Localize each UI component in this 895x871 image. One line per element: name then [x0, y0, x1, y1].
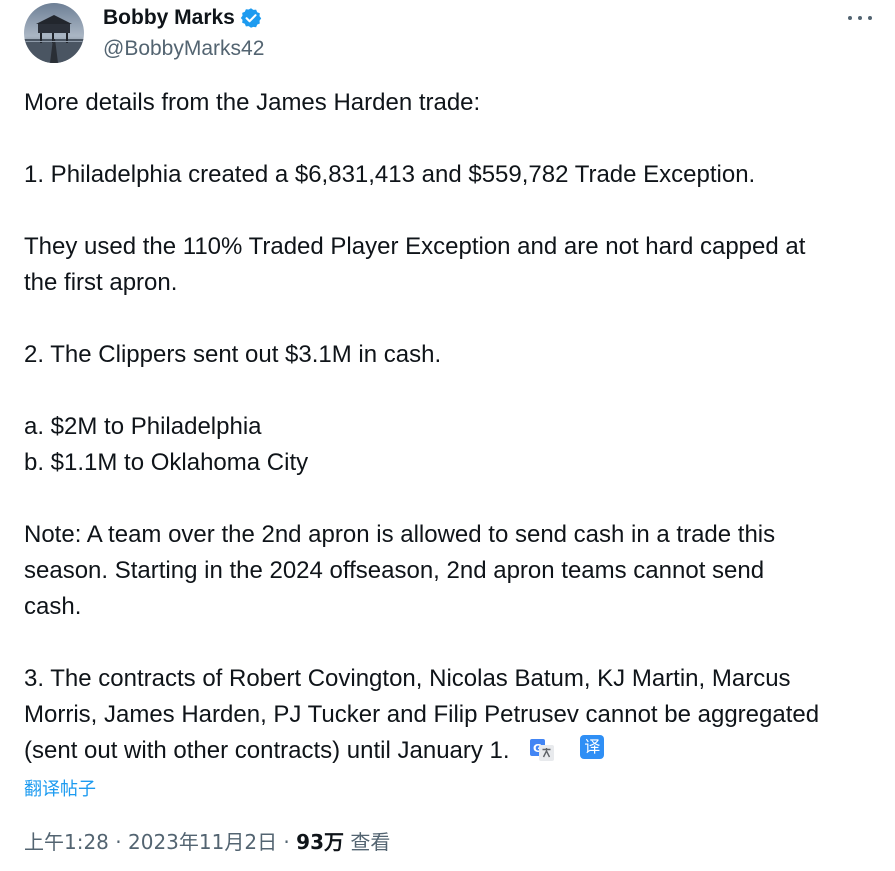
author-name[interactable]: Bobby Marks: [103, 6, 235, 30]
views-label: 查看: [344, 830, 391, 854]
tweet-line-text: (sent out with other contracts) until Ja…: [24, 737, 510, 764]
author-handle[interactable]: @BobbyMarks42: [103, 37, 264, 61]
tweet-line: a. $2M to Philadelphia: [24, 413, 262, 440]
tweet-line: More details from the James Harden trade…: [24, 89, 481, 116]
google-translate-icon[interactable]: G: [530, 736, 555, 761]
more-options-icon[interactable]: [848, 8, 872, 28]
translate-badges: G 译: [530, 735, 605, 761]
tweet-date[interactable]: 2023年11月2日: [128, 830, 277, 854]
tweet-line: 1. Philadelphia created a $6,831,413 and…: [24, 161, 756, 188]
tweet-line: They used the 110% Traded Player Excepti…: [24, 233, 806, 260]
tweet-line: the first apron.: [24, 269, 178, 296]
tweet-line: b. $1.1M to Oklahoma City: [24, 449, 309, 476]
tweet-line: 3. The contracts of Robert Covington, Ni…: [24, 665, 791, 692]
tweet-text: More details from the James Harden trade…: [24, 85, 884, 769]
verified-badge-icon[interactable]: [240, 7, 262, 29]
views-count: 93万: [296, 830, 344, 854]
tweet-line: Morris, James Harden, PJ Tucker and Fili…: [24, 701, 820, 728]
avatar-image: [24, 3, 84, 63]
tweet-meta: 上午1:28 · 2023年11月2日 · 93万 查看: [24, 826, 390, 855]
tweet-line: cash.: [24, 593, 82, 620]
author-name-row[interactable]: Bobby Marks: [103, 6, 262, 30]
tweet-line-last: (sent out with other contracts) until Ja…: [24, 733, 884, 769]
translate-badge-icon[interactable]: 译: [580, 735, 605, 759]
meta-separator: ·: [277, 830, 297, 854]
meta-separator: ·: [108, 830, 128, 854]
tweet-line: 2. The Clippers sent out $3.1M in cash.: [24, 341, 442, 368]
tweet-line: Note: A team over the 2nd apron is allow…: [24, 521, 776, 548]
tweet-time[interactable]: 上午1:28: [24, 830, 109, 854]
translate-post-link[interactable]: 翻译帖子: [24, 775, 96, 801]
avatar[interactable]: [24, 3, 84, 63]
tweet-line: season. Starting in the 2024 offseason, …: [24, 557, 765, 584]
